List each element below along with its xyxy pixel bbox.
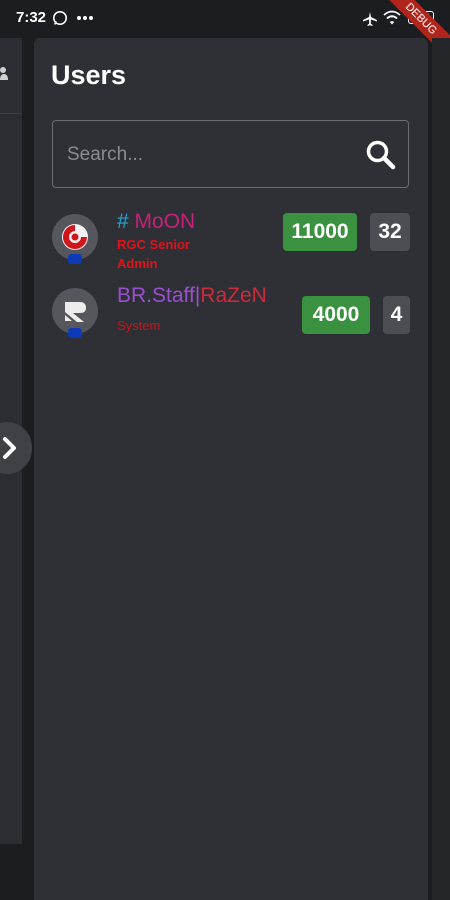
country-flag-icon	[68, 328, 82, 338]
user-name: # MoON	[117, 210, 195, 234]
panel-title: Users	[51, 60, 127, 90]
status-time: 7:32	[16, 9, 47, 26]
chevron-right-icon	[3, 437, 16, 459]
points-badge: 4000	[302, 296, 370, 334]
right-edge-panel	[432, 38, 450, 900]
count-badge: 4	[383, 296, 410, 334]
whatsapp-icon	[53, 11, 67, 25]
user-role: RGC Senior Admin	[117, 237, 190, 271]
user-nickname: RaZeN	[200, 284, 267, 307]
more-dots-icon	[77, 16, 93, 20]
search-box[interactable]	[52, 120, 409, 188]
airplane-icon	[363, 12, 377, 26]
country-flag-icon	[68, 254, 82, 264]
users-icon	[0, 67, 8, 80]
user-row[interactable]: # MoON RGC Senior Admin 11000 32	[52, 210, 412, 271]
users-panel: Users # MoON RGC Senior Admin 11000 32	[34, 38, 428, 900]
count-badge: 32	[370, 213, 410, 251]
search-icon[interactable]	[365, 139, 397, 171]
user-role: System	[117, 318, 161, 333]
status-bar: 7:32 79 DEBUG	[0, 0, 450, 65]
user-row[interactable]: BR.Staff|RaZeN System 4000 4	[52, 284, 412, 344]
user-nickname: MoON	[134, 210, 196, 233]
expand-panel-button[interactable]	[0, 422, 32, 474]
side-panel-divider	[0, 113, 22, 114]
search-input[interactable]	[65, 135, 359, 175]
user-name: BR.Staff|RaZeN	[117, 284, 267, 308]
points-badge: 11000	[283, 213, 357, 251]
user-tag: #	[117, 210, 135, 233]
user-tag: BR.Staff|	[117, 284, 201, 307]
wifi-icon	[383, 10, 401, 25]
